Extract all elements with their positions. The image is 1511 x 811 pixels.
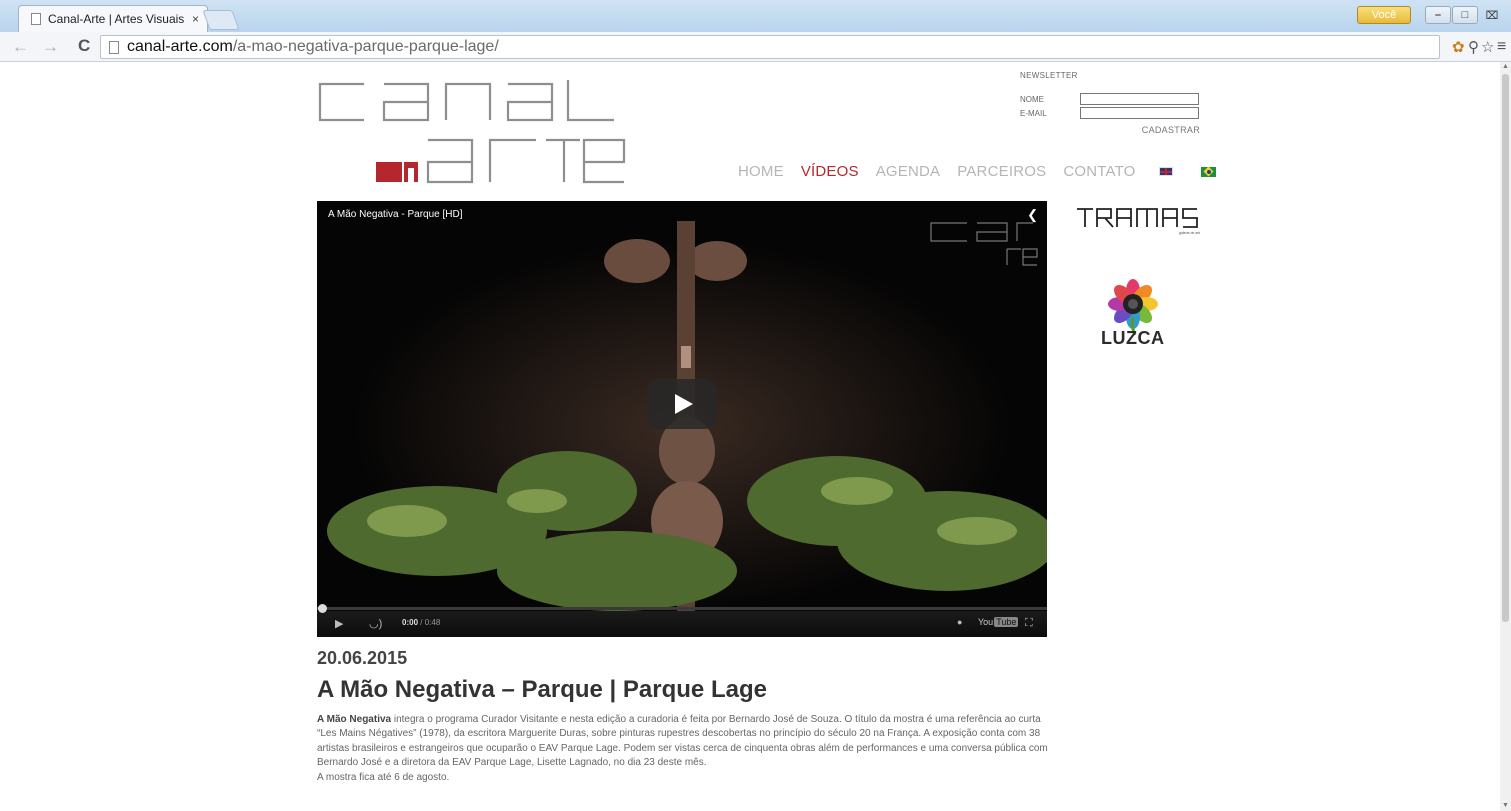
bookmark-star-icon[interactable]: ☆ — [1481, 38, 1494, 56]
new-tab-button[interactable] — [202, 10, 240, 30]
browser-toolbar: ← → C canal-arte.com/a-mao-negativa-parq… — [0, 32, 1511, 62]
fullscreen-icon[interactable]: ⛶ — [1025, 617, 1033, 630]
url-host: canal-arte.com — [127, 38, 233, 55]
browser-tab[interactable]: Canal-Arte | Artes Visuais × — [18, 5, 208, 32]
zoom-icon[interactable]: ⚲ — [1468, 38, 1479, 56]
article-closing: A mostra fica até 6 de agosto. — [317, 771, 450, 783]
menu-icon[interactable]: ≡ — [1497, 38, 1506, 56]
time-total: / 0:48 — [420, 618, 441, 627]
newsletter-title: NEWSLETTER — [1020, 71, 1078, 80]
progress-bar[interactable] — [317, 604, 1047, 613]
name-field[interactable] — [1080, 93, 1199, 105]
canal-arte-logo[interactable] — [318, 80, 628, 184]
forward-icon[interactable]: → — [42, 37, 59, 57]
player-controls: ▶ ◡) 0:00 / 0:48 ● You Tube ⛶ — [317, 604, 1047, 637]
email-label: E-MAIL — [1020, 108, 1047, 118]
back-icon[interactable]: ← — [12, 37, 29, 57]
play-button[interactable] — [647, 379, 717, 429]
profile-button[interactable]: Você — [1357, 6, 1411, 24]
close-window-button[interactable]: ⌧ — [1479, 6, 1505, 24]
share-icon[interactable]: ❮ — [1027, 207, 1038, 223]
settings-icon[interactable]: ● — [957, 617, 962, 627]
article-body: A Mão Negativa integra o programa Curado… — [317, 713, 1059, 785]
tab-title: Canal-Arte | Artes Visuais — [48, 12, 185, 26]
video-time: 0:00 / 0:48 — [402, 618, 440, 627]
minimize-button[interactable]: ⎯ — [1425, 6, 1451, 24]
youtube-tube: Tube — [994, 617, 1019, 627]
browser-titlebar: Canal-Arte | Artes Visuais × Você ⎯ □ ⌧ — [0, 0, 1511, 32]
youtube-player[interactable]: A Mão Negativa - Parque [HD] ❮ ▶ ◡) 0:00… — [317, 201, 1047, 637]
page-icon — [109, 40, 119, 54]
page-icon — [31, 13, 41, 25]
article-paragraph: A Mão Negativa integra o programa Curado… — [317, 713, 1059, 771]
url-path: /a-mao-negativa-parque-parque-lage/ — [232, 38, 499, 55]
address-bar[interactable]: canal-arte.com/a-mao-negativa-parque-par… — [100, 35, 1440, 59]
nav-parceiros[interactable]: PARCEIROS — [957, 163, 1046, 180]
name-label: NOME — [1020, 94, 1044, 104]
reload-icon[interactable]: C — [78, 36, 90, 56]
scroll-up-icon[interactable]: ▲ — [1502, 63, 1509, 70]
nav-home[interactable]: HOME — [738, 163, 784, 180]
youtube-you: You — [978, 617, 994, 627]
luzca-label[interactable]: LUZCA — [1101, 328, 1165, 349]
article-text: integra o programa Curador Visitante e n… — [317, 714, 1048, 769]
youtube-logo[interactable]: You Tube — [977, 617, 1019, 627]
brazil-flag-icon[interactable] — [1200, 166, 1216, 177]
nav-contato[interactable]: CONTATO — [1063, 163, 1135, 180]
svg-text:galeria de arte: galeria de arte — [1179, 231, 1200, 235]
cadastrar-button[interactable]: CADASTRAR — [1142, 125, 1200, 135]
close-icon[interactable]: × — [192, 12, 199, 26]
time-current: 0:00 — [402, 618, 419, 627]
main-nav: HOME VÍDEOS AGENDA PARCEIROS CONTATO — [738, 163, 1216, 180]
email-row: E-MAIL — [1020, 107, 1199, 119]
web-page: ▲ ▼ NEWSLETTER NOME E-MAIL CADASTRAR HOM… — [0, 62, 1511, 811]
play-icon[interactable]: ▶ — [335, 617, 343, 630]
volume-icon[interactable]: ◡) — [369, 617, 382, 630]
nav-agenda[interactable]: AGENDA — [876, 163, 941, 180]
scrollbar-thumb[interactable] — [1502, 74, 1509, 622]
article-headline: A Mão Negativa – Parque | Parque Lage — [317, 676, 767, 703]
maximize-button[interactable]: □ — [1452, 6, 1478, 24]
scroll-down-icon[interactable]: ▼ — [1502, 802, 1509, 809]
article-lead: A Mão Negativa — [317, 714, 392, 725]
scrollbar[interactable]: ▲ ▼ — [1500, 62, 1511, 811]
name-row: NOME — [1020, 93, 1199, 105]
nav-videos[interactable]: VÍDEOS — [801, 163, 859, 180]
uk-flag-icon[interactable] — [1158, 167, 1173, 176]
extension-icon[interactable]: ✿ — [1452, 38, 1465, 56]
email-field[interactable] — [1080, 107, 1199, 119]
video-title[interactable]: A Mão Negativa - Parque [HD] — [328, 209, 463, 220]
progress-knob[interactable] — [318, 604, 327, 613]
tramas-logo[interactable]: galeria de arte — [1075, 206, 1200, 236]
article-date: 20.06.2015 — [317, 648, 408, 668]
